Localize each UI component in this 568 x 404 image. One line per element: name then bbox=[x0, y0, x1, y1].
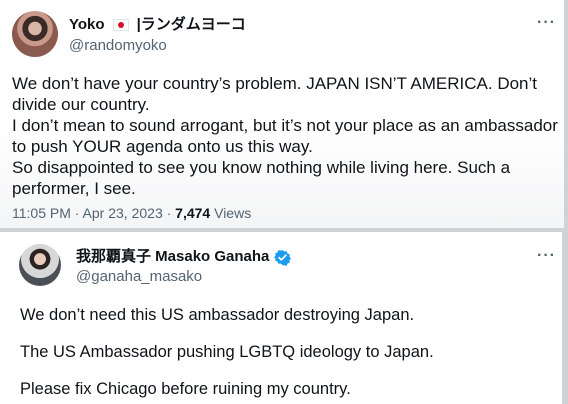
timestamp[interactable]: 11:05 PM · Apr 23, 2023 · bbox=[12, 205, 175, 221]
tweet-text-paragraph: The US Ambassador pushing LGBTQ ideology… bbox=[20, 343, 434, 361]
display-name[interactable]: 我那覇真子 Masako Ganaha bbox=[76, 246, 269, 268]
tweet-text-line: performer, I see. bbox=[12, 179, 136, 198]
verified-badge-icon bbox=[274, 249, 292, 266]
screenshot: Yoko |ランダムヨーコ @randomyoko ··· We don’t h… bbox=[0, 0, 568, 404]
tweet-text-line: I don’t mean to sound arrogant, but it’s… bbox=[12, 116, 558, 135]
tweet-text-paragraph: Please fix Chicago before ruining my cou… bbox=[20, 380, 351, 398]
more-options-icon[interactable]: ··· bbox=[537, 248, 556, 264]
display-name[interactable]: Yoko bbox=[69, 14, 105, 36]
avatar[interactable] bbox=[19, 244, 61, 286]
tweet-text-line: divide our country. bbox=[12, 95, 150, 114]
user-handle[interactable]: @ganaha_masako bbox=[76, 268, 202, 286]
display-name-suffix: |ランダムヨーコ bbox=[136, 16, 246, 33]
more-options-icon[interactable]: ··· bbox=[537, 15, 556, 31]
japan-flag-icon bbox=[112, 19, 129, 31]
author-name-row: 我那覇真子 Masako Ganaha bbox=[76, 246, 292, 268]
tweet-metadata: 11:05 PM · Apr 23, 2023 · 7,474 Views bbox=[12, 204, 251, 222]
tweet-text-line: So disappointed to see you know nothing … bbox=[12, 158, 511, 177]
tweet-text-line: to push YOUR agenda onto us this way. bbox=[12, 137, 313, 156]
views-count: 7,474 bbox=[175, 205, 211, 221]
tweet-text-paragraph: We don’t need this US ambassador destroy… bbox=[20, 306, 415, 324]
views-label: Views bbox=[210, 205, 252, 221]
author-name-row: Yoko |ランダムヨーコ bbox=[69, 14, 246, 36]
tweet-card-yoko[interactable]: Yoko |ランダムヨーコ @randomyoko ··· We don’t h… bbox=[0, 0, 564, 228]
tweet-text-line: We don’t have your country’s problem. JA… bbox=[12, 74, 538, 93]
avatar[interactable] bbox=[12, 11, 58, 57]
user-handle[interactable]: @randomyoko bbox=[69, 37, 167, 55]
